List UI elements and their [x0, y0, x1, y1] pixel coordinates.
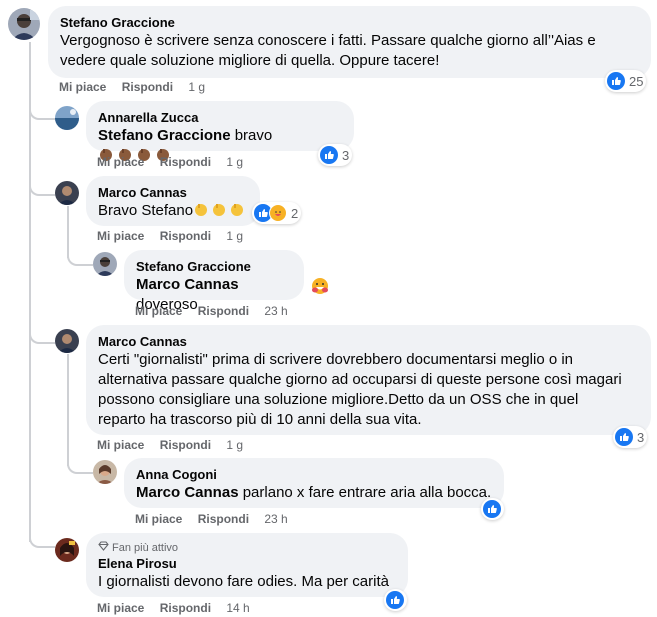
like-icon — [483, 500, 501, 518]
mention-link[interactable]: Marco Cannas — [136, 276, 239, 293]
comment-actions: Mi piace Rispondi 1 g — [97, 438, 243, 452]
clapping-hands-icon — [193, 201, 245, 223]
comment-text: Bravo Stefano — [98, 201, 248, 223]
care-icon — [269, 204, 287, 222]
reply-button[interactable]: Rispondi — [198, 512, 249, 526]
comment-actions: Mi piace Rispondi 23 h — [135, 304, 288, 318]
reaction-summary[interactable] — [481, 498, 504, 520]
like-button[interactable]: Mi piace — [135, 512, 182, 526]
like-icon — [607, 72, 625, 90]
comment-author[interactable]: Marco Cannas — [98, 184, 248, 201]
comment-author[interactable]: Stefano Graccione — [136, 258, 292, 275]
thread-connector — [29, 176, 55, 196]
mention-link[interactable]: Stefano Graccione — [98, 127, 231, 144]
reply-button[interactable]: Rispondi — [160, 438, 211, 452]
avatar[interactable] — [93, 252, 117, 276]
comment-time[interactable]: 14 h — [226, 601, 249, 615]
reaction-count: 25 — [629, 73, 644, 89]
comment-bubble: Stefano Graccione Vergognoso è scrivere … — [48, 6, 651, 78]
reaction-summary[interactable] — [384, 589, 407, 611]
like-icon — [386, 591, 404, 609]
comment-time[interactable]: 23 h — [264, 512, 287, 526]
reply-button[interactable]: Rispondi — [160, 229, 211, 243]
avatar[interactable] — [55, 538, 79, 562]
thread-connector — [29, 324, 55, 344]
reaction-count: 3 — [342, 147, 350, 163]
thread-connector — [29, 528, 55, 548]
like-button[interactable]: Mi piace — [135, 304, 182, 318]
reply-button[interactable]: Rispondi — [198, 304, 249, 318]
comment-actions: Mi piace Rispondi 1 g — [97, 155, 243, 169]
avatar[interactable] — [55, 329, 79, 353]
comment-bubble: Anna Cogoni Marco Cannas parlano x fare … — [124, 458, 504, 508]
comment-text: Marco Cannas parlano x fare entrare aria… — [136, 484, 492, 501]
reply-button[interactable]: Rispondi — [160, 155, 211, 169]
comment-time[interactable]: 1 g — [188, 80, 205, 94]
comment-actions: Mi piace Rispondi 1 g — [97, 229, 243, 243]
comment-time[interactable]: 23 h — [264, 304, 287, 318]
reaction-summary[interactable]: 3 — [613, 426, 648, 448]
hugging-face-icon — [311, 277, 329, 295]
comment-actions: Mi piace Rispondi 23 h — [135, 512, 288, 526]
reaction-summary[interactable]: 25 — [605, 70, 647, 92]
comment-text: I giornalisti devono fare odies. Ma per … — [98, 573, 389, 590]
comment-bubble: Marco Cannas Certi "giornalisti" prima d… — [86, 325, 651, 435]
like-button[interactable]: Mi piace — [59, 80, 106, 94]
comment-actions: Mi piace Rispondi 14 h — [97, 601, 250, 615]
diamond-icon — [98, 541, 109, 555]
comment-bubble: Fan più attivo Elena Pirosu I giornalist… — [86, 533, 408, 597]
reaction-count: 2 — [291, 205, 299, 221]
thread-connector — [67, 248, 93, 266]
comment-text: Vergognoso è scrivere senza conoscere i … — [60, 32, 596, 69]
comment-actions: Mi piace Rispondi 1 g — [59, 80, 205, 94]
reaction-count: 3 — [637, 429, 645, 445]
top-fan-badge[interactable]: Fan più attivo — [98, 541, 396, 555]
thread-line — [67, 354, 69, 466]
like-icon — [615, 428, 633, 446]
mention-link[interactable]: Marco Cannas — [136, 484, 239, 501]
comment-text: Certi "giornalisti" prima di scrivere do… — [98, 351, 622, 428]
comment-bubble: Marco Cannas Bravo Stefano — [86, 176, 260, 226]
comment-bubble: Stefano Graccione Marco Cannas doveroso — [124, 250, 304, 313]
comment-author[interactable]: Elena Pirosu — [98, 555, 396, 572]
like-button[interactable]: Mi piace — [97, 601, 144, 615]
comment-time[interactable]: 1 g — [226, 229, 243, 243]
avatar[interactable] — [93, 460, 117, 484]
comment-author[interactable]: Stefano Graccione — [60, 14, 639, 31]
reply-button[interactable]: Rispondi — [160, 601, 211, 615]
like-button[interactable]: Mi piace — [97, 155, 144, 169]
comment-author[interactable]: Anna Cogoni — [136, 466, 492, 483]
avatar[interactable] — [55, 106, 79, 130]
reaction-summary[interactable]: 2 — [252, 202, 302, 224]
comment-author[interactable]: Annarella Zucca — [98, 109, 342, 126]
avatar[interactable] — [55, 181, 79, 205]
reaction-summary[interactable]: 3 — [318, 144, 353, 166]
avatar[interactable] — [8, 8, 40, 40]
comment-time[interactable]: 1 g — [226, 155, 243, 169]
comment-author[interactable]: Marco Cannas — [98, 333, 639, 350]
like-icon — [320, 146, 338, 164]
reply-button[interactable]: Rispondi — [122, 80, 173, 94]
thread-connector — [67, 456, 93, 474]
like-button[interactable]: Mi piace — [97, 438, 144, 452]
thread-line — [29, 42, 31, 542]
thread-connector — [29, 100, 55, 120]
comment-time[interactable]: 1 g — [226, 438, 243, 452]
comment-bubble: Annarella Zucca Stefano Graccione bravo — [86, 101, 354, 161]
like-button[interactable]: Mi piace — [97, 229, 144, 243]
